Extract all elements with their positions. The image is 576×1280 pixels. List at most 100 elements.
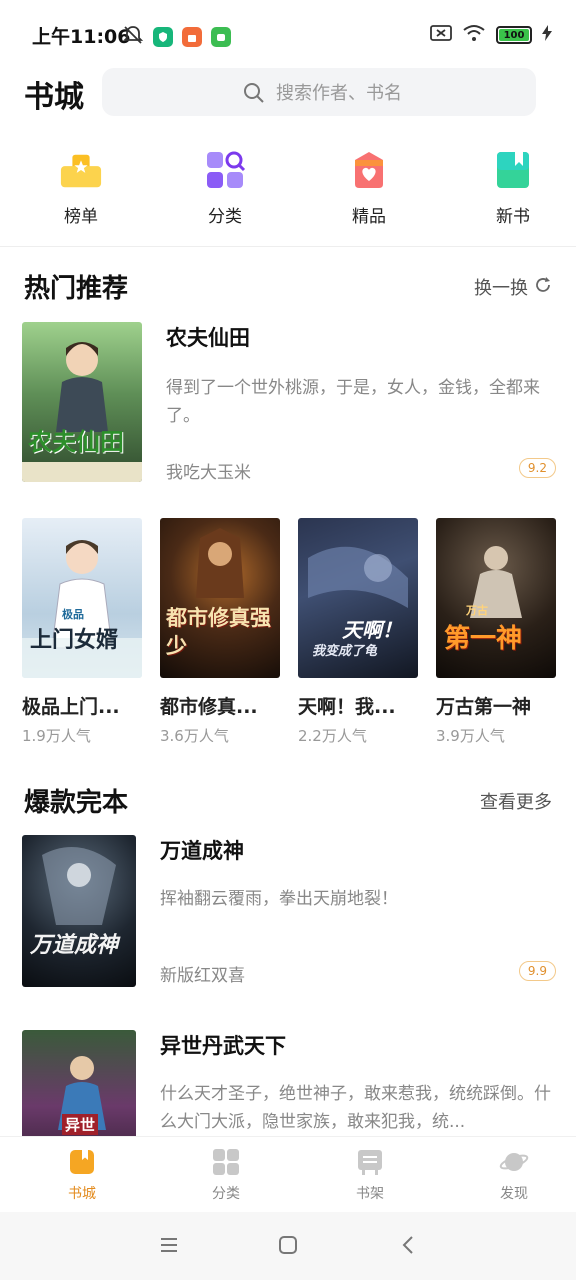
cover-title: 异世 <box>62 1114 99 1135</box>
complete-book[interactable]: 万道成神 万道成神 挥袖翻云覆雨，拳出天崩地裂！ 新版红双喜 9.9 <box>22 835 556 987</box>
bookshelf-icon <box>355 1147 385 1177</box>
refresh-button[interactable]: 换一换 <box>474 274 552 300</box>
view-more-button[interactable]: 查看更多 <box>480 788 552 814</box>
cover-title: 第一神 <box>444 624 523 654</box>
status-notification-icons <box>122 24 231 50</box>
cover-subtitle: 极品 <box>62 608 84 621</box>
book-title: 天啊！我... <box>298 696 396 718</box>
grid-book[interactable]: 都市修真强少 都市修真... 3.6万人气 <box>160 518 280 746</box>
refresh-label: 换一换 <box>474 278 528 299</box>
planet-icon <box>499 1147 529 1177</box>
view-more-label: 查看更多 <box>480 792 552 813</box>
quick-nav-new-book[interactable]: 新书 <box>450 150 576 230</box>
status-time: 上午11:06 <box>32 26 131 48</box>
category-icon <box>211 1147 241 1177</box>
book-title: 都市修真... <box>160 696 258 718</box>
quick-nav-label: 分类 <box>208 207 242 227</box>
book-title: 异世丹武天下 <box>160 1034 286 1058</box>
cover-title: 天啊！ <box>342 618 402 642</box>
battery-level: 100 <box>499 29 529 41</box>
quick-nav: 榜单 分类 精品 新书 <box>0 150 576 230</box>
book-title: 极品上门... <box>22 696 120 718</box>
cover-title: 万道成神 <box>30 932 119 958</box>
book-cover[interactable]: 万道成神 <box>22 835 136 987</box>
book-cover[interactable]: 天啊！ 我变成了龟 <box>298 518 418 678</box>
featured-book[interactable]: 农夫仙田 农夫仙田 得到了一个世外桃源，于是，女人，金钱，全都来了。 我吃大玉米… <box>22 322 556 483</box>
page-title: 书城 <box>24 80 84 115</box>
complete-book[interactable]: 异世 异世丹武天下 什么天才圣子，绝世神子，敢来惹我，统统踩倒。什么大门大派，隐… <box>22 1030 556 1136</box>
rating-badge: 9.9 <box>518 961 556 981</box>
quick-nav-label: 精品 <box>352 207 386 227</box>
book-title: 万古第一神 <box>436 696 532 718</box>
book-description: 挥袖翻云覆雨，拳出天崩地裂！ <box>160 889 398 909</box>
divider <box>0 246 576 247</box>
grid-book[interactable]: 天啊！ 我变成了龟 天啊！我... 2.2万人气 <box>298 518 418 746</box>
tab-bookstore[interactable]: 书城 <box>20 1137 144 1212</box>
header: 书城 搜索作者、书名 <box>0 66 576 120</box>
premium-icon <box>347 150 391 190</box>
book-title: 农夫仙田 <box>166 326 250 350</box>
shopping-app-icon <box>182 27 202 47</box>
bookstore-icon <box>67 1147 97 1177</box>
sim-icon <box>430 24 452 46</box>
shield-app-icon <box>153 27 173 47</box>
cover-title: 上门女婿 <box>30 627 119 653</box>
android-app-icon <box>211 27 231 47</box>
complete-section-header: 爆款完本 查看更多 <box>0 782 576 822</box>
bottom-tab-bar: 书城 分类 书架 发现 <box>0 1136 576 1212</box>
quick-nav-category[interactable]: 分类 <box>162 150 288 230</box>
section-title: 爆款完本 <box>24 788 129 818</box>
tab-bookshelf[interactable]: 书架 <box>308 1137 432 1212</box>
category-icon <box>203 150 247 190</box>
quick-nav-ranking[interactable]: 榜单 <box>18 150 144 230</box>
quick-nav-label: 榜单 <box>64 207 98 227</box>
section-title: 热门推荐 <box>24 274 129 304</box>
cover-subtitle: 万古 <box>466 604 488 617</box>
mute-alarm-icon <box>122 24 144 50</box>
new-book-icon <box>491 150 535 190</box>
back-icon[interactable] <box>398 1234 420 1260</box>
book-cover[interactable]: 异世 <box>22 1030 136 1136</box>
book-cover[interactable]: 极品 上门女婿 <box>22 518 142 678</box>
search-icon <box>242 81 266 109</box>
book-title: 万道成神 <box>160 839 244 863</box>
book-popularity: 3.6万人气 <box>160 727 229 745</box>
grid-book[interactable]: 万古 第一神 万古第一神 3.9万人气 <box>436 518 556 746</box>
rating-badge: 9.2 <box>518 458 556 478</box>
book-cover[interactable]: 都市修真强少 <box>160 518 280 678</box>
quick-nav-label: 新书 <box>496 207 530 227</box>
cover-title: 都市修真强少 <box>166 605 271 658</box>
book-author: 我吃大玉米 <box>166 463 251 483</box>
charging-icon <box>542 25 552 45</box>
grid-book[interactable]: 极品 上门女婿 极品上门... 1.9万人气 <box>22 518 142 746</box>
book-popularity: 1.9万人气 <box>22 727 91 745</box>
book-info: 万道成神 挥袖翻云覆雨，拳出天崩地裂！ <box>160 835 556 913</box>
ranking-icon <box>59 150 103 190</box>
search-input[interactable]: 搜索作者、书名 <box>102 68 536 116</box>
refresh-icon <box>534 276 552 299</box>
book-cover[interactable]: 万古 第一神 <box>436 518 556 678</box>
hot-book-grid: 极品 上门女婿 极品上门... 1.9万人气 都市修真强少 都市修真... 3.… <box>22 518 556 746</box>
hot-section-header: 热门推荐 换一换 <box>0 268 576 308</box>
status-system-icons: 100 <box>430 24 552 46</box>
book-info: 异世丹武天下 什么天才圣子，绝世神子，敢来惹我，统统踩倒。什么大门大派，隐世家族… <box>160 1030 556 1136</box>
tab-label: 分类 <box>212 1186 240 1202</box>
home-icon[interactable] <box>277 1234 299 1260</box>
book-cover[interactable]: 农夫仙田 <box>22 322 142 482</box>
book-author: 新版红双喜 <box>160 966 245 986</box>
system-nav-bar <box>0 1212 576 1280</box>
book-description: 什么天才圣子，绝世神子，敢来惹我，统统踩倒。什么大门大派，隐世家族，敢来犯我，统… <box>160 1084 551 1132</box>
status-bar: 上午11:06 100 <box>0 0 576 70</box>
book-info: 农夫仙田 得到了一个世外桃源，于是，女人，金钱，全都来了。 <box>166 322 556 430</box>
book-description: 得到了一个世外桃源，于是，女人，金钱，全都来了。 <box>166 378 540 426</box>
tab-label: 书架 <box>356 1186 384 1202</box>
tab-category[interactable]: 分类 <box>164 1137 288 1212</box>
quick-nav-premium[interactable]: 精品 <box>306 150 432 230</box>
book-popularity: 2.2万人气 <box>298 727 367 745</box>
menu-icon[interactable] <box>158 1234 180 1260</box>
cover-subtitle: 我变成了龟 <box>312 644 378 659</box>
search-placeholder: 搜索作者、书名 <box>276 83 402 104</box>
book-popularity: 3.9万人气 <box>436 727 505 745</box>
tab-discover[interactable]: 发现 <box>452 1137 576 1212</box>
cover-title: 农夫仙田 <box>28 427 124 456</box>
